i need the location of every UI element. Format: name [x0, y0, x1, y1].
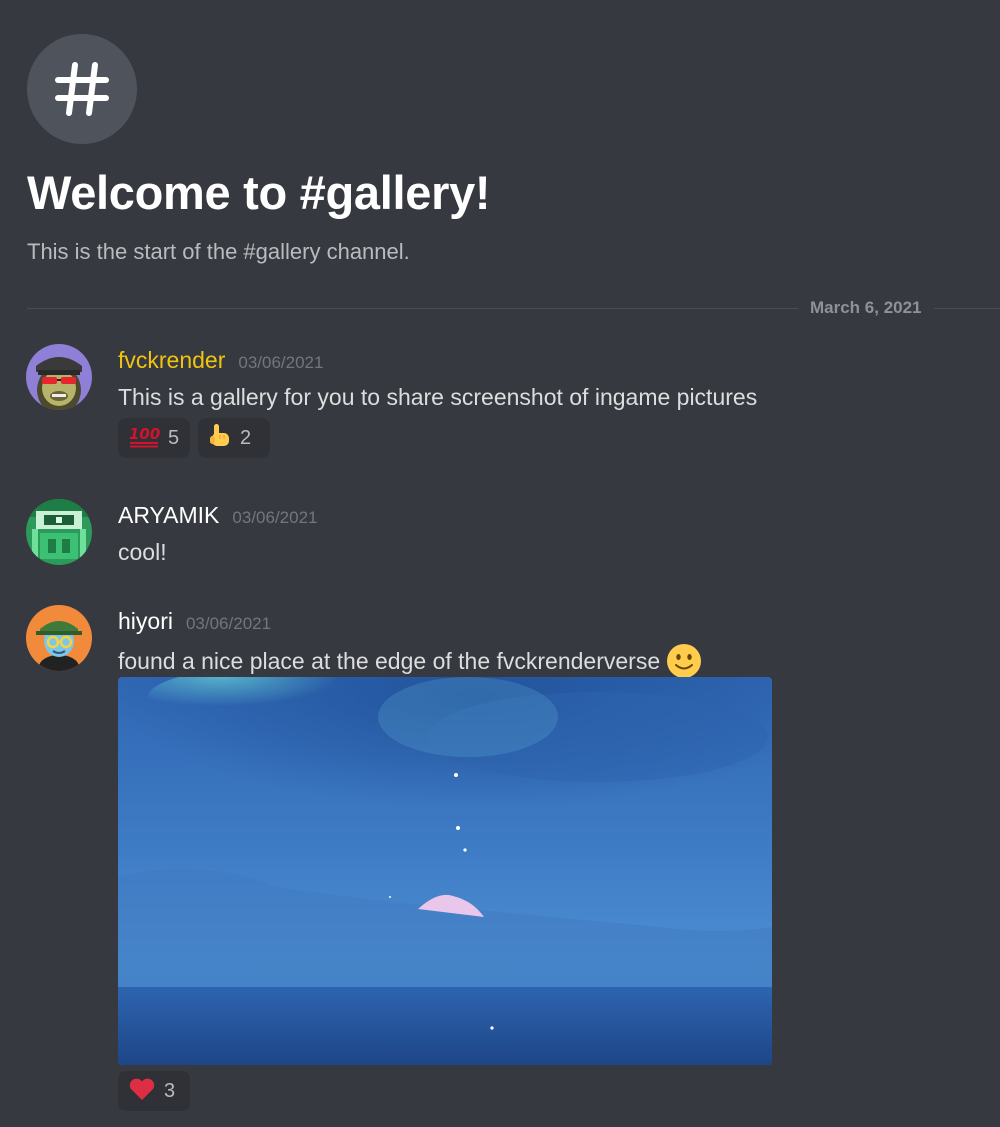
date-divider-label: March 6, 2021 [798, 297, 934, 319]
svg-text:100: 100 [129, 425, 160, 443]
message-header: fvckrender 03/06/2021 [118, 346, 323, 374]
hundred-points-icon: 100 [128, 424, 160, 453]
welcome-title: Welcome to #gallery! [27, 166, 491, 219]
slightly-smiling-face-icon [666, 643, 702, 679]
red-heart-icon [128, 1077, 156, 1106]
message-header: ARYAMIK 03/06/2021 [118, 501, 318, 529]
reaction-count: 5 [168, 427, 180, 449]
reaction-count: 3 [164, 1080, 176, 1102]
green-robot-avatar-icon[interactable] [26, 499, 92, 565]
welcome-subtitle: This is the start of the #gallery channe… [27, 239, 410, 264]
ocean-horizon-screenshot[interactable] [118, 677, 772, 1065]
message-text: cool! [118, 539, 167, 565]
message-text: found a nice place at the edge of the fv… [118, 648, 661, 674]
message-text-row: found a nice place at the edge of the fv… [118, 643, 702, 679]
timestamp: 03/06/2021 [232, 508, 318, 527]
timestamp: 03/06/2021 [185, 614, 272, 633]
username[interactable]: hiyori [118, 607, 173, 635]
reaction-pointing-hand[interactable]: 2 [198, 418, 270, 458]
hash-icon [27, 34, 137, 144]
chat-view: Welcome to #gallery! This is the start o… [0, 0, 1000, 1127]
timestamp: 03/06/2021 [238, 353, 324, 372]
message-text: This is a gallery for you to share scree… [118, 384, 758, 410]
reaction-count: 2 [240, 427, 252, 449]
reaction-bar: 100 5 2 [118, 418, 270, 458]
hat-character-avatar-icon[interactable] [26, 605, 92, 671]
reaction-red-heart[interactable]: 3 [118, 1071, 190, 1111]
reaction-bar: 3 [118, 1071, 190, 1111]
reaction-hundred-points[interactable]: 100 5 [118, 418, 190, 458]
message-header: hiyori 03/06/2021 [118, 607, 271, 635]
pointing-hand-icon [208, 423, 232, 454]
username[interactable]: ARYAMIK [118, 501, 219, 529]
username[interactable]: fvckrender [118, 346, 225, 374]
ape-avatar-icon[interactable] [26, 344, 92, 410]
